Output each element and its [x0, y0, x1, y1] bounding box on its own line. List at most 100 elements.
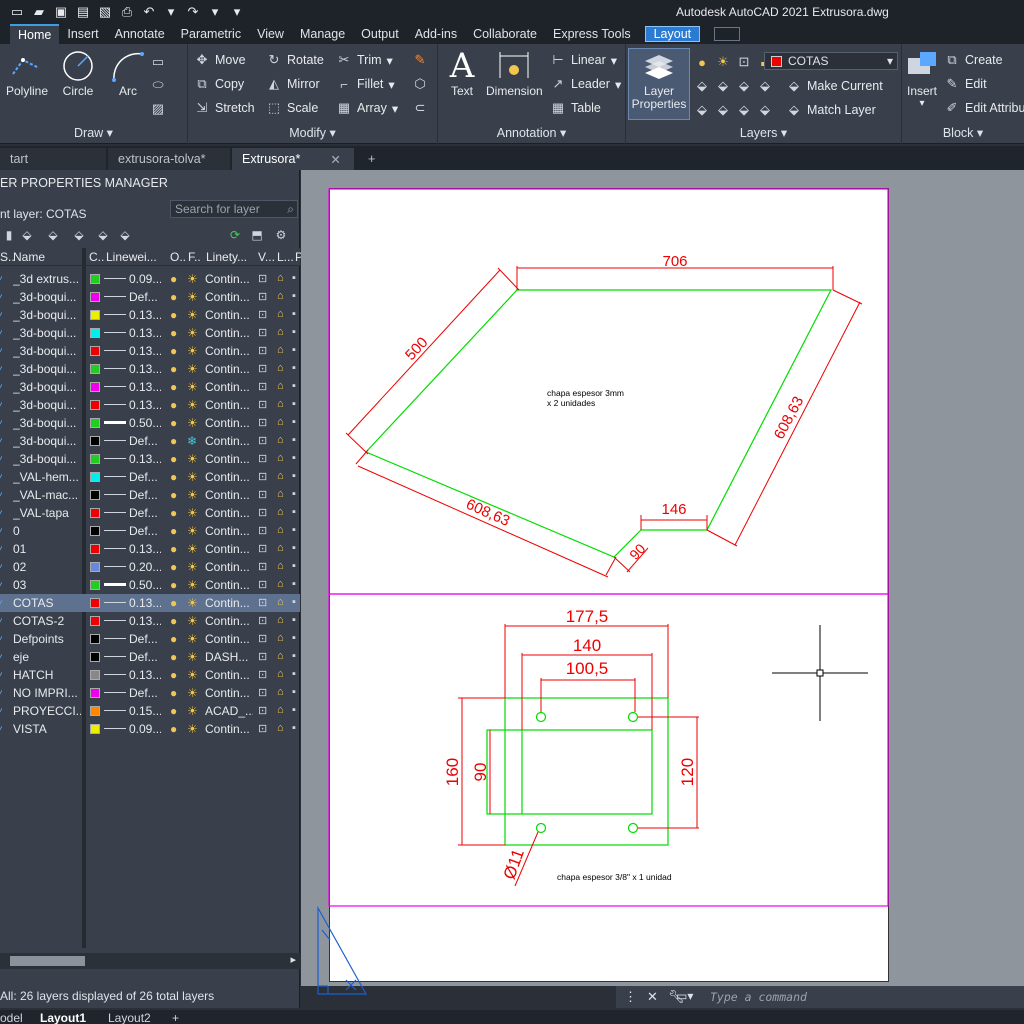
- text-button[interactable]: A Text: [444, 46, 480, 98]
- lightbulb-icon[interactable]: ●: [170, 722, 177, 736]
- lock-icon[interactable]: ⌂: [277, 416, 284, 428]
- layer-row[interactable]: ⁄ eje Def... ● ☀ DASH... ⊡ ⌂ ▪: [0, 648, 300, 666]
- layer-row[interactable]: ⁄ _3d-boqui... 0.13... ● ☀ Contin... ⊡ ⌂ ▪: [0, 396, 300, 414]
- layer-linetype[interactable]: Contin...: [205, 686, 253, 700]
- plot-icon[interactable]: ▪: [292, 290, 296, 302]
- layer-color-swatch[interactable]: [90, 472, 100, 482]
- plot-icon[interactable]: ▪: [292, 416, 296, 428]
- plot-icon[interactable]: ▪: [292, 434, 296, 446]
- lightbulb-icon[interactable]: ●: [170, 578, 177, 592]
- layer-linetype[interactable]: Contin...: [205, 272, 253, 286]
- layer-lineweight[interactable]: Def...: [129, 434, 161, 448]
- layer-color-swatch[interactable]: [90, 688, 100, 698]
- sun-icon[interactable]: ☀: [187, 362, 198, 376]
- edit-block-button[interactable]: ✎ Edit: [944, 74, 987, 94]
- refresh-icon[interactable]: ⟳: [226, 226, 244, 244]
- tab-layout1[interactable]: Layout1: [40, 1011, 86, 1024]
- mirror-button[interactable]: ◭ Mirror: [266, 74, 320, 94]
- tab-insert[interactable]: Insert: [59, 24, 106, 44]
- offset-tool[interactable]: ⊂: [412, 98, 428, 118]
- tab-home[interactable]: Home: [10, 24, 60, 44]
- sun-icon[interactable]: ☀: [187, 596, 198, 610]
- layer-color-swatch[interactable]: [90, 634, 100, 644]
- sun-icon[interactable]: ☀: [187, 668, 198, 682]
- layer-row[interactable]: ⁄ NO IMPRI... Def... ● ☀ Contin... ⊡ ⌂ ▪: [0, 684, 300, 702]
- sun-icon[interactable]: ☀: [187, 578, 198, 592]
- block-panel-title[interactable]: Block ▾: [902, 125, 1024, 140]
- layer-dropdown[interactable]: COTAS ▾: [764, 52, 898, 70]
- lightbulb-icon[interactable]: ●: [170, 668, 177, 682]
- layer-states-icon[interactable]: ⬒: [248, 226, 266, 244]
- column-lock[interactable]: L...: [277, 250, 294, 264]
- make-current-button[interactable]: ⬙ Make Current: [786, 76, 883, 96]
- layer-lineweight[interactable]: 0.20...: [129, 560, 161, 574]
- plot-icon[interactable]: ▪: [292, 344, 296, 356]
- insert-block-button[interactable]: Insert ▾: [904, 48, 940, 109]
- layer-color-swatch[interactable]: [90, 706, 100, 716]
- layer-lineweight[interactable]: Def...: [129, 524, 161, 538]
- lock-icon[interactable]: ⌂: [277, 434, 284, 446]
- layer-color-swatch[interactable]: [90, 544, 100, 554]
- layer-linetype[interactable]: Contin...: [205, 434, 253, 448]
- new-layer-icon[interactable]: ⬙: [18, 226, 36, 244]
- sun-icon[interactable]: ☀: [187, 470, 198, 484]
- layer-linetype[interactable]: Contin...: [205, 452, 253, 466]
- tab-parametric[interactable]: Parametric: [173, 24, 249, 44]
- layer-color-swatch[interactable]: [90, 436, 100, 446]
- close-icon[interactable]: ✕: [647, 989, 658, 1005]
- undo-icon[interactable]: ↶: [140, 3, 158, 21]
- linear-dimension-button[interactable]: ⊢ Linear ▾: [550, 50, 617, 70]
- lock-icon[interactable]: ⌂: [277, 596, 284, 608]
- layer-color-swatch[interactable]: [90, 328, 100, 338]
- layer-lineweight[interactable]: 0.13...: [129, 614, 161, 628]
- annotation-panel-title[interactable]: Annotation ▾: [438, 125, 625, 140]
- layer-row[interactable]: ⁄ _3d-boqui... 0.13... ● ☀ Contin... ⊡ ⌂ ▪: [0, 360, 300, 378]
- lightbulb-icon[interactable]: ●: [170, 380, 177, 394]
- layer-name[interactable]: _3d-boqui...: [13, 434, 81, 448]
- layer-lineweight[interactable]: Def...: [129, 632, 161, 646]
- layer-linetype[interactable]: Contin...: [205, 344, 253, 358]
- lock-icon[interactable]: ⌂: [277, 506, 284, 518]
- layer-color-swatch[interactable]: [90, 598, 100, 608]
- layer-row[interactable]: ⁄ PROYECCI... 0.15... ● ☀ ACAD_... ⊡ ⌂ ▪: [0, 702, 300, 720]
- viewport-freeze-icon[interactable]: ⊡: [258, 506, 267, 519]
- sun-icon[interactable]: ☀: [187, 704, 198, 718]
- plot-icon[interactable]: ▪: [292, 488, 296, 500]
- layers-panel-title[interactable]: Layers ▾: [626, 125, 901, 140]
- lock-icon[interactable]: ⌂: [277, 704, 284, 716]
- viewport-freeze-icon[interactable]: ⊡: [258, 452, 267, 465]
- paper-sheet[interactable]: [329, 188, 889, 982]
- undo-dropdown-icon[interactable]: ▾: [162, 3, 180, 21]
- layer-color-swatch[interactable]: [90, 418, 100, 428]
- layer-name[interactable]: _3d-boqui...: [13, 344, 81, 358]
- plot-icon[interactable]: ▪: [292, 452, 296, 464]
- layer-color-swatch[interactable]: [90, 508, 100, 518]
- layer-color-swatch[interactable]: [90, 346, 100, 356]
- circle-button[interactable]: Circle: [60, 48, 96, 98]
- layer-lineweight[interactable]: 0.13...: [129, 344, 161, 358]
- ribbon-toggle-button[interactable]: [714, 27, 741, 41]
- viewport-freeze-icon[interactable]: ⊡: [258, 488, 267, 501]
- layer-name[interactable]: _3d-boqui...: [13, 380, 81, 394]
- lock-icon[interactable]: ⌂: [277, 470, 284, 482]
- layer-lineweight[interactable]: Def...: [129, 686, 161, 700]
- layer-properties-button[interactable]: Layer Properties: [628, 48, 690, 120]
- plot-icon[interactable]: ▪: [292, 470, 296, 482]
- snowflake-icon[interactable]: ❄: [187, 434, 197, 448]
- layer-linetype[interactable]: DASH...: [205, 650, 253, 664]
- command-input[interactable]: Type a command: [710, 990, 807, 1004]
- layer-linetype[interactable]: Contin...: [205, 398, 253, 412]
- save-as-icon[interactable]: ▤: [74, 3, 92, 21]
- tab-layout[interactable]: Layout: [644, 26, 701, 42]
- layer-row[interactable]: ⁄ _3d-boqui... Def... ● ❄ Contin... ⊡ ⌂ ▪: [0, 432, 300, 450]
- customize-qat-icon[interactable]: ▾: [228, 3, 246, 21]
- layer-row[interactable]: ⁄ 03 0.50... ● ☀ Contin... ⊡ ⌂ ▪: [0, 576, 300, 594]
- sun-icon[interactable]: ☀: [187, 686, 198, 700]
- plot-icon[interactable]: ▪: [292, 272, 296, 284]
- layer-color-swatch[interactable]: [90, 580, 100, 590]
- plot-icon[interactable]: ⎙: [118, 3, 136, 21]
- redo-dropdown-icon[interactable]: ▾: [206, 3, 224, 21]
- new-vp-frozen-layer-icon[interactable]: ⬙: [44, 226, 62, 244]
- lightbulb-icon[interactable]: ●: [170, 326, 177, 340]
- lock-icon[interactable]: ⌂: [277, 524, 284, 536]
